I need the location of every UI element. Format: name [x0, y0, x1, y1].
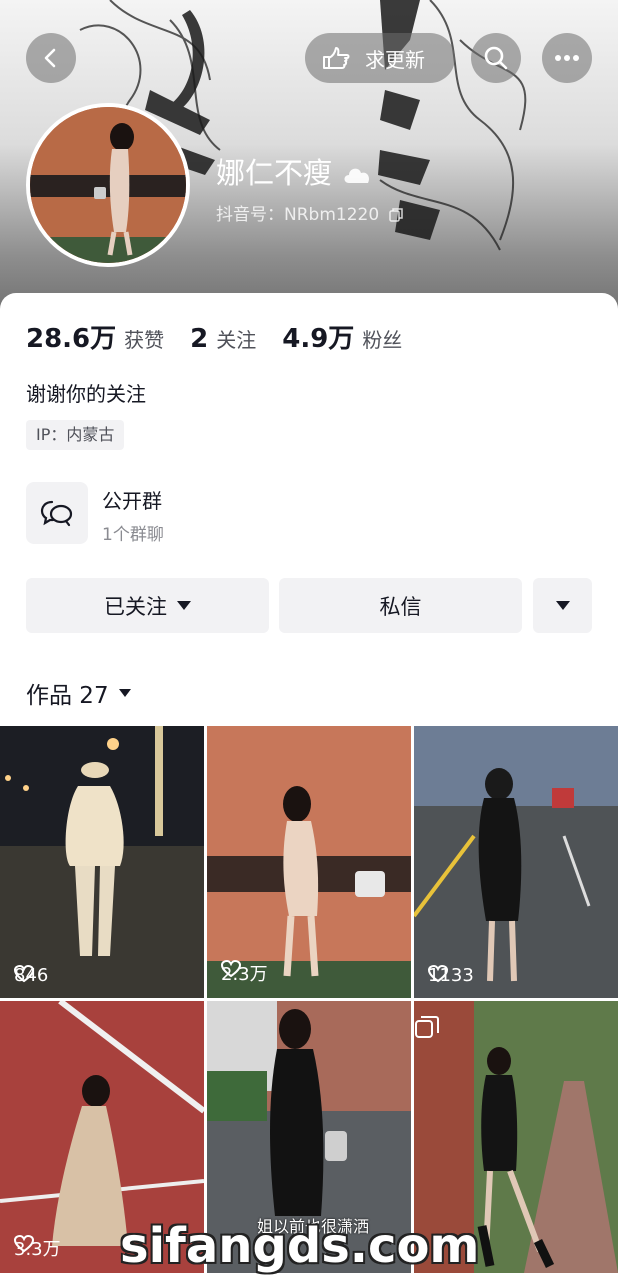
- avatar[interactable]: [26, 103, 190, 267]
- like-count: 846: [14, 965, 49, 986]
- caret-down-icon: [118, 689, 131, 697]
- likes-label: 获赞: [124, 328, 165, 352]
- message-label: 私信: [379, 594, 422, 619]
- multi-image-icon: [415, 1016, 439, 1038]
- like-count: 2.3万: [221, 960, 268, 986]
- search-button[interactable]: [471, 33, 521, 83]
- video-thumbnail: [414, 726, 618, 998]
- heart-icon: [221, 960, 241, 978]
- video-tile[interactable]: 846: [0, 726, 204, 998]
- copy-icon[interactable]: [388, 208, 403, 222]
- request-update-label: 求更新: [365, 47, 425, 72]
- nickname: 娜仁不瘦: [216, 150, 375, 192]
- group-title[interactable]: 公开群: [102, 485, 162, 514]
- heart-icon: [14, 965, 34, 983]
- following-label[interactable]: 关注: [216, 324, 256, 353]
- avatar-photo: [30, 107, 186, 263]
- ip-location-tag: IP：内蒙古: [26, 420, 125, 450]
- caret-down-icon: [555, 601, 570, 610]
- back-button[interactable]: [26, 33, 76, 83]
- followers-label[interactable]: 粉丝: [362, 324, 402, 353]
- likes-count: 28.6万: [26, 324, 117, 354]
- followers-count[interactable]: 4.9万: [282, 318, 354, 355]
- group-subtitle: 1个群聊: [102, 525, 164, 545]
- following-count[interactable]: 2: [190, 324, 208, 354]
- cloud-icon: [344, 168, 370, 183]
- heart-icon: [428, 965, 448, 983]
- heart-icon: [14, 1235, 34, 1253]
- hand-pointer-icon: [323, 47, 350, 69]
- video-thumbnail: [207, 726, 411, 998]
- group-chat-button[interactable]: [26, 482, 88, 544]
- more-dots-icon: [555, 55, 579, 61]
- chevron-left-icon: [44, 48, 56, 68]
- like-count: 3.3万: [14, 1235, 61, 1261]
- like-count: 1133: [428, 965, 474, 986]
- chat-bubbles-icon: [40, 500, 73, 527]
- video-tile[interactable]: 2.3万: [207, 726, 411, 998]
- bio: 谢谢你的关注: [26, 382, 146, 406]
- request-update-button[interactable]: 求更新: [305, 33, 455, 83]
- works-tab[interactable]: 作品 27: [26, 676, 131, 710]
- more-button[interactable]: [542, 33, 592, 83]
- site-watermark: sifangds.com: [120, 1218, 480, 1274]
- followed-label: 已关注: [104, 594, 167, 619]
- video-thumbnail: [0, 726, 204, 998]
- search-icon: [484, 46, 508, 70]
- expand-button[interactable]: [533, 578, 592, 633]
- works-label: 作品 27: [26, 683, 109, 709]
- video-tile[interactable]: 1133: [414, 726, 618, 998]
- douyin-id: 抖音号：NRbm1220: [216, 200, 403, 225]
- followed-button[interactable]: 已关注: [26, 578, 269, 633]
- stats-row: 28.6万 获赞 2 关注 4.9万 粉丝: [26, 318, 428, 355]
- caret-down-icon: [177, 601, 191, 610]
- message-button[interactable]: 私信: [279, 578, 522, 633]
